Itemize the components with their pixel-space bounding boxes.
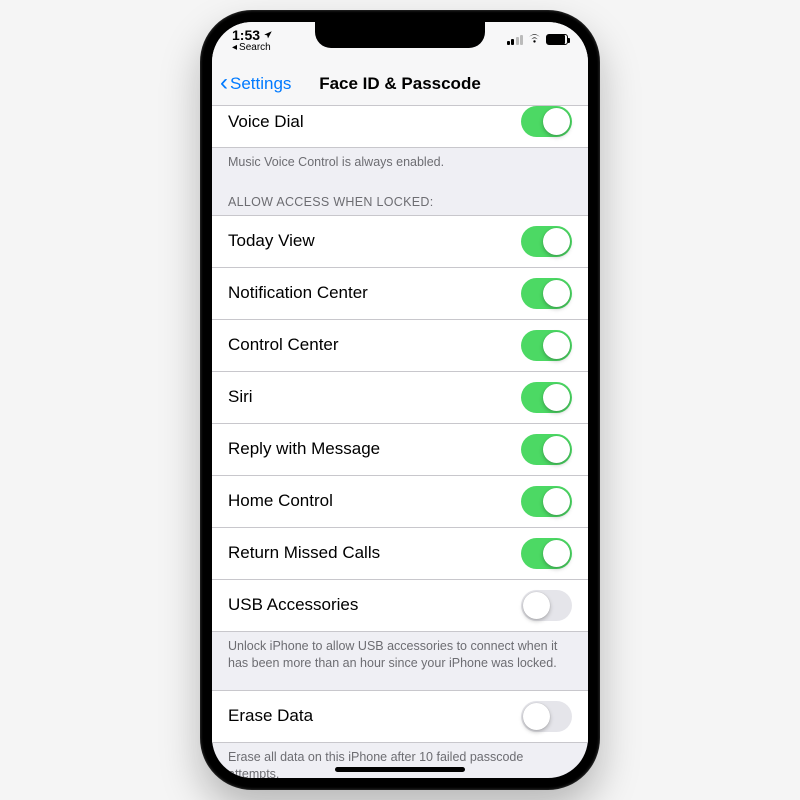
screen: 1:53 ◂ Search ‹	[212, 22, 588, 778]
nav-back-button[interactable]: ‹ Settings	[220, 73, 291, 95]
row-label: Home Control	[228, 491, 333, 511]
nav-back-label: Settings	[230, 74, 291, 94]
row-usb-accessories: USB Accessories	[212, 580, 588, 632]
device-notch	[315, 22, 485, 48]
device-frame: 1:53 ◂ Search ‹	[200, 10, 600, 790]
toggle-siri[interactable]	[521, 382, 572, 413]
toggle-today-view[interactable]	[521, 226, 572, 257]
row-voice-dial: Voice Dial	[212, 106, 588, 148]
wifi-icon	[527, 32, 542, 47]
row-erase-data: Erase Data	[212, 690, 588, 743]
location-icon	[263, 28, 273, 42]
caret-left-icon: ◂	[232, 43, 237, 53]
footer-usb: Unlock iPhone to allow USB accessories t…	[212, 632, 588, 680]
toggle-erase-data[interactable]	[521, 701, 572, 732]
section-header-allow-access: ALLOW ACCESS WHEN LOCKED:	[212, 179, 588, 215]
footer-erase-1: Erase all data on this iPhone after 10 f…	[212, 743, 588, 778]
row-label: Notification Center	[228, 283, 368, 303]
row-reply-with-message: Reply with Message	[212, 424, 588, 476]
toggle-reply-with-message[interactable]	[521, 434, 572, 465]
toggle-control-center[interactable]	[521, 330, 572, 361]
row-label: Erase Data	[228, 706, 313, 726]
row-label: Return Missed Calls	[228, 543, 380, 563]
footer-voice-dial: Music Voice Control is always enabled.	[212, 148, 588, 179]
page-title: Face ID & Passcode	[319, 74, 481, 94]
row-control-center: Control Center	[212, 320, 588, 372]
breadcrumb-label: Search	[239, 43, 271, 53]
cell-signal-icon	[507, 34, 524, 45]
row-label: Siri	[228, 387, 253, 407]
row-label: Control Center	[228, 335, 339, 355]
toggle-home-control[interactable]	[521, 486, 572, 517]
row-label: USB Accessories	[228, 595, 358, 615]
toggle-voice-dial[interactable]	[521, 106, 572, 137]
status-time: 1:53	[232, 28, 273, 42]
row-label: Reply with Message	[228, 439, 380, 459]
toggle-usb-accessories[interactable]	[521, 590, 572, 621]
battery-icon	[546, 34, 568, 45]
chevron-left-icon: ‹	[220, 71, 228, 95]
row-notification-center: Notification Center	[212, 268, 588, 320]
nav-bar: ‹ Settings Face ID & Passcode	[212, 62, 588, 106]
settings-content: Voice Dial Music Voice Control is always…	[212, 106, 588, 778]
row-return-missed-calls: Return Missed Calls	[212, 528, 588, 580]
row-home-control: Home Control	[212, 476, 588, 528]
row-siri: Siri	[212, 372, 588, 424]
home-indicator[interactable]	[335, 767, 465, 772]
breadcrumb-back[interactable]: ◂ Search	[232, 43, 273, 53]
toggle-return-missed-calls[interactable]	[521, 538, 572, 569]
row-label: Today View	[228, 231, 315, 251]
status-time-text: 1:53	[232, 28, 260, 42]
row-label: Voice Dial	[228, 112, 304, 132]
row-today-view: Today View	[212, 215, 588, 268]
toggle-notification-center[interactable]	[521, 278, 572, 309]
